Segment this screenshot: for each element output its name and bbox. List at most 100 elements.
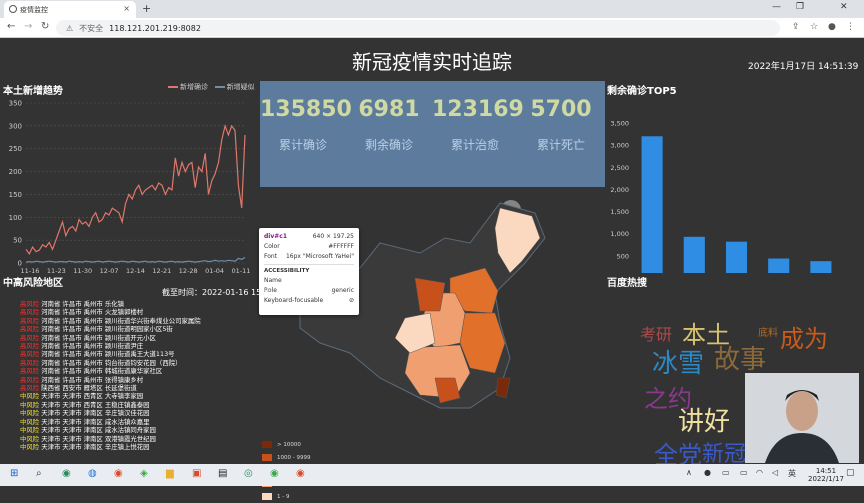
y-tick-label: 300	[9, 122, 22, 130]
current-confirmed-label: 剩余确诊	[364, 138, 413, 152]
risk-list: 高风险 河南省 许昌市 禹州市 乐化镇 高风险 河南省 许昌市 禹州市 火龙镇郭楼…	[20, 300, 250, 451]
notification-icon[interactable]: ▢	[846, 468, 855, 478]
risk-time: 截至时间：2022-01-16 15时	[162, 288, 270, 297]
bar	[768, 258, 790, 273]
risk-location: 河南省 许昌市 禹州市 张得镇康乡村	[39, 375, 144, 384]
risk-location: 天津市 天津市 津南区 辛庄镇上悦花园	[39, 442, 150, 451]
menu-icon[interactable]: ⋮	[846, 22, 855, 32]
app-icon-1[interactable]: ◉	[62, 468, 71, 479]
legend-swatch	[262, 493, 272, 500]
risk-level: 高风险	[20, 333, 40, 342]
windows-taskbar: ⊞ ⌕ ◉ ◍ ◉ ◈ ▆ ▣ ▤ ◎ ◉ ◉ ∧ ● ▭ ▭ ◠ ◁ 英 14…	[0, 464, 864, 486]
folder-icon[interactable]: ▆	[166, 468, 174, 479]
minimize-icon[interactable]: —	[772, 2, 781, 12]
edge-icon[interactable]: ◍	[88, 468, 97, 479]
risk-location: 河南省 许昌市 禹州市 火龙镇郭楼村	[39, 308, 144, 317]
url-input[interactable]: ⚠ 不安全 118.121.201.219:8082	[56, 20, 780, 36]
risk-level: 高风险	[20, 350, 40, 359]
devtools-inspect-tooltip: div#c1 640 × 197.25 Color #FFFFFF Font 16px…	[259, 228, 359, 315]
y-tick-label: 3,000	[610, 142, 629, 150]
x-tick-label: 12-14	[126, 267, 145, 273]
risk-location: 天津市 天津市 西青区 王稳庄镇鑫泰园	[39, 400, 150, 409]
address-bar: ← → ↻ ⚠ 不安全 118.121.201.219:8082 ⇪ ☆ ● ⋮	[0, 18, 864, 38]
window-close-icon[interactable]: ✕	[840, 2, 848, 12]
volume-icon[interactable]: ◁	[772, 468, 778, 477]
map-legend-item[interactable]: > 10000	[262, 438, 310, 451]
map-region-taiwan[interactable]	[495, 377, 511, 399]
profile-icon[interactable]: ●	[828, 22, 836, 32]
input-language[interactable]: 英	[788, 468, 796, 479]
risk-location: 河南省 许昌市 禹州市 韩城街道康华家社区	[39, 367, 163, 376]
share-icon[interactable]: ⇪	[792, 22, 800, 32]
chrome-icon[interactable]: ◉	[114, 468, 123, 479]
page-title: 新冠疫情实时追踪	[352, 50, 512, 74]
total-cured-value: 123169	[432, 97, 524, 122]
legend-label: 1000 - 9999	[277, 454, 311, 461]
tray-chevron-icon[interactable]: ∧	[686, 468, 692, 477]
back-icon[interactable]: ←	[7, 21, 15, 32]
bookmark-star-icon[interactable]: ☆	[810, 22, 818, 32]
forward-icon[interactable]: →	[24, 21, 32, 32]
new-tab-button[interactable]: +	[142, 2, 151, 15]
wifi-icon[interactable]: ◠	[756, 468, 763, 477]
mic-icon[interactable]: ●	[704, 468, 711, 477]
risk-location: 天津市 天津市 津南区 咸水沽镇众嘉里	[39, 417, 150, 426]
map-legend-item[interactable]: 1000 - 9999	[262, 451, 310, 464]
app-icon-2[interactable]: ◈	[140, 468, 148, 479]
close-tab-icon[interactable]: ×	[123, 4, 130, 13]
bar	[683, 236, 705, 273]
risk-row: 中风险 天津市 天津市 津南区 辛庄镇汉佳花园	[20, 409, 250, 417]
risk-level: 中风险	[20, 400, 40, 409]
bar	[641, 136, 663, 273]
legend-suspect-swatch	[214, 86, 225, 88]
risk-location: 河南省 许昌市 禹州市 颍川街道尹庄	[39, 342, 144, 351]
risk-location: 天津市 天津市 津南区 辛庄镇汉佳花园	[39, 409, 150, 418]
trend-legend[interactable]: 新增确诊 新增疑似	[168, 82, 255, 92]
risk-level: 中风险	[20, 392, 40, 401]
series-confirm-line	[25, 123, 246, 256]
map-region-shaanxi[interactable]	[414, 277, 446, 312]
hotsearch-word: 成为	[780, 325, 828, 354]
maximize-icon[interactable]: ❐	[796, 2, 804, 12]
app-icon-3[interactable]: ◎	[244, 468, 253, 479]
risk-level: 高风险	[20, 325, 40, 334]
risk-location: 河南省 许昌市 禹州市 颍川街道华兴街奉煤业公司家属院	[39, 316, 201, 325]
current-datetime: 2022年1月17日 14:51:39	[748, 62, 859, 72]
risk-level: 高风险	[20, 367, 40, 376]
y-tick-label: 3,500	[610, 120, 629, 128]
taskbar-clock[interactable]: 14:51 2022/1/17	[808, 467, 844, 483]
total-confirmed-value: 135850	[260, 97, 352, 122]
browser-tab[interactable]: 疫情监控 ×	[4, 1, 136, 18]
risk-level: 高风险	[20, 358, 40, 367]
risk-location: 河南省 许昌市 禹州市 颍川街道开元小区	[39, 333, 156, 342]
powerpoint-icon[interactable]: ▣	[192, 468, 201, 479]
risk-row: 中风险 天津市 天津市 西青区 大寺镇李家园	[20, 392, 250, 400]
x-tick-label: 11-16	[21, 267, 40, 273]
map-legend-item[interactable]: 1 - 9	[262, 490, 310, 503]
legend-label: 1 - 9	[277, 493, 290, 500]
risk-location: 陕西省 西安市 雁塔区 长延堡街道	[39, 384, 137, 393]
legend-swatch	[262, 454, 272, 461]
summary-panel: 135850 6981 123169 5700 累计确诊 剩余确诊 累计治愈 累…	[260, 81, 605, 187]
total-dead-label: 累计死亡	[536, 138, 585, 152]
windows-start-icon[interactable]: ⊞	[10, 468, 18, 479]
x-tick-label: 11-30	[73, 267, 92, 273]
battery-icon[interactable]: ▭	[740, 468, 748, 477]
risk-row: 高风险 河南省 许昌市 禹州市 火龙镇郭楼村	[20, 308, 250, 316]
chrome-icon-2[interactable]: ◉	[296, 468, 305, 479]
tip-font-value: 16px "Microsoft YaHei"	[285, 253, 354, 260]
wechat-icon[interactable]: ◉	[270, 468, 279, 479]
search-icon[interactable]: ⌕	[36, 468, 42, 479]
tip-size: 640 × 197.25	[312, 233, 354, 240]
risk-level: 中风险	[20, 417, 40, 426]
total-cured-label: 累计治愈	[450, 138, 499, 152]
hotsearch-word: 冰雪	[652, 348, 705, 379]
tray-app-icon[interactable]: ▭	[722, 468, 730, 477]
reload-icon[interactable]: ↻	[41, 21, 49, 32]
clock-date: 2022/1/17	[808, 475, 844, 483]
risk-location: 河南省 许昌市 禹州市 颍川街道明园家小区5街	[39, 325, 173, 334]
y-tick-label: 50	[13, 237, 22, 245]
x-tick-label: 12-28	[179, 267, 198, 273]
terminal-icon[interactable]: ▤	[218, 468, 227, 479]
tip-color-value: #FFFFFF	[328, 243, 354, 250]
